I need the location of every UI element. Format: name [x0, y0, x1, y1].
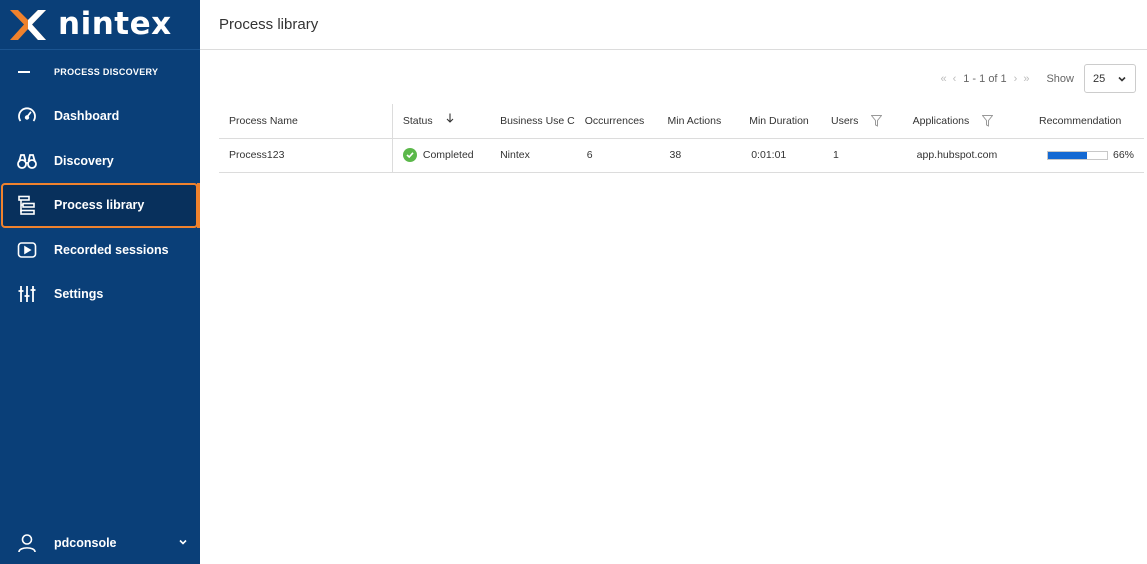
column-header-status[interactable]: Status — [391, 104, 491, 139]
recommendation-percent: 66% — [1112, 149, 1134, 161]
sidebar-item-dashboard[interactable]: Dashboard — [0, 94, 200, 139]
gauge-icon — [16, 105, 38, 127]
filter-icon[interactable] — [871, 114, 883, 127]
user-menu[interactable]: pdconsole — [0, 522, 200, 564]
column-header-business-use-case[interactable]: Business Use C — [490, 104, 575, 139]
sidebar-item-label: Process library — [54, 198, 145, 213]
top-bar: Process library — [200, 0, 1147, 50]
column-header-applications[interactable]: Applications — [902, 104, 1035, 139]
sidebar-item-discovery[interactable]: Discovery — [0, 139, 200, 184]
sidebar-item-label: Discovery — [54, 153, 114, 168]
cell-process-name[interactable]: Process123 — [219, 138, 393, 173]
recommendation-progress-fill — [1047, 151, 1087, 159]
cell-min-actions: 38 — [657, 138, 740, 173]
column-header-process-name[interactable]: Process Name — [219, 104, 393, 139]
sliders-icon — [16, 283, 38, 305]
cell-occurrences: 6 — [574, 138, 658, 173]
cell-recommendation: 66% — [1034, 138, 1144, 173]
user-name: pdconsole — [54, 536, 117, 550]
cell-status: Completed — [391, 138, 491, 173]
page-size-select[interactable]: 25 — [1084, 64, 1136, 93]
column-header-occurrences[interactable]: Occurrences — [574, 104, 658, 139]
pagination: « ‹ 1 - 1 of 1 › » Show 25 — [937, 64, 1136, 93]
cell-business-use-case: Nintex — [490, 138, 575, 173]
sidebar-item-settings[interactable]: Settings — [0, 272, 200, 317]
column-header-users[interactable]: Users — [821, 104, 903, 139]
sidebar-item-label: Recorded sessions — [54, 242, 169, 257]
sort-down-arrow-icon[interactable] — [446, 113, 454, 123]
collapse-dash-icon[interactable] — [18, 71, 30, 73]
chevron-down-icon[interactable] — [178, 537, 188, 547]
column-header-min-duration[interactable]: Min Duration — [739, 104, 821, 139]
first-page-icon[interactable]: « — [940, 73, 946, 85]
sidebar: nintex PROCESS DISCOVERY Dashboard Disco… — [0, 0, 200, 564]
page-title: Process library — [219, 16, 319, 33]
sidebar-item-process-library[interactable]: Process library — [1, 183, 200, 228]
prev-page-icon[interactable]: ‹ — [953, 73, 957, 85]
page-range: 1 - 1 of 1 — [963, 72, 1007, 85]
next-page-icon[interactable]: › — [1014, 73, 1018, 85]
chevron-down-icon — [1118, 76, 1126, 82]
main-content: Process library « ‹ 1 - 1 of 1 › » Show … — [200, 0, 1147, 564]
user-icon — [16, 532, 38, 554]
table-row[interactable]: Process123 Completed Nintex 6 38 0:01:01 — [219, 138, 1144, 173]
column-header-min-actions[interactable]: Min Actions — [657, 104, 740, 139]
recommendation-progress-bar — [1046, 150, 1108, 160]
last-page-icon[interactable]: » — [1023, 73, 1029, 85]
binoculars-icon — [16, 150, 38, 172]
sidebar-item-recorded-sessions[interactable]: Recorded sessions — [0, 228, 200, 273]
sidebar-item-label: Dashboard — [54, 109, 120, 124]
filter-icon[interactable] — [982, 114, 994, 127]
play-icon — [16, 239, 38, 261]
logo-wordmark: nintex — [58, 6, 172, 42]
cell-min-duration: 0:01:01 — [739, 138, 821, 173]
cell-users: 1 — [821, 138, 903, 173]
section-label: PROCESS DISCOVERY — [54, 67, 159, 77]
show-label: Show — [1046, 72, 1074, 85]
nintex-logo[interactable]: nintex — [0, 0, 200, 50]
column-header-recommendation[interactable]: Recommendation — [1034, 104, 1144, 139]
page-size-value: 25 — [1093, 72, 1106, 85]
table-header-row: Process Name Status Business Use C Occur… — [219, 104, 1144, 139]
cell-applications: app.hubspot.com — [902, 138, 1035, 173]
status-text: Completed — [422, 149, 474, 161]
nintex-x-mark-icon — [10, 9, 46, 40]
sidebar-item-label: Settings — [54, 287, 104, 302]
check-circle-icon — [402, 148, 417, 162]
process-tree-icon — [16, 194, 38, 216]
section-header-process-discovery[interactable]: PROCESS DISCOVERY — [0, 50, 200, 94]
process-table: Process Name Status Business Use C Occur… — [219, 104, 1144, 173]
